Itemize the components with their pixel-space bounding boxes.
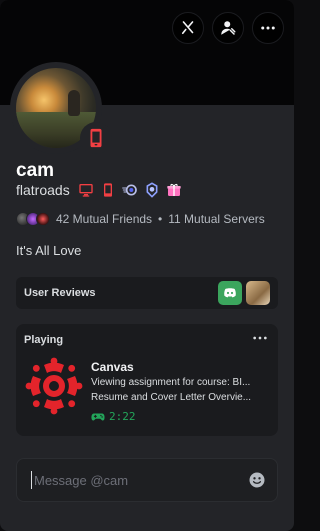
user-reviews-label: User Reviews xyxy=(24,287,96,299)
activity-details: Viewing assignment for course: BI... xyxy=(91,377,251,388)
emoji-button[interactable] xyxy=(247,470,267,490)
desktop-icon[interactable] xyxy=(78,182,94,198)
header-actions xyxy=(172,12,284,44)
reviewer-avatar[interactable] xyxy=(246,281,270,305)
mutual-friends[interactable]: 42 Mutual Friends xyxy=(56,212,152,226)
user-settings-icon xyxy=(221,21,236,35)
server-boost-icon[interactable] xyxy=(144,182,160,198)
text-caret xyxy=(31,471,32,489)
username-row: flatroads xyxy=(16,182,182,198)
activity-elapsed: 2:22 xyxy=(91,410,136,423)
more-options-button[interactable] xyxy=(252,12,284,44)
discord-icon[interactable] xyxy=(218,281,242,305)
mutual-avatars xyxy=(16,212,50,226)
no-voice-icon xyxy=(181,21,194,35)
mutual-avatar xyxy=(36,212,50,226)
display-name: cam xyxy=(16,160,55,181)
canvas-logo-icon xyxy=(25,357,83,415)
gamepad-icon xyxy=(91,413,105,421)
gift-icon[interactable] xyxy=(166,182,182,198)
mobile-status-icon xyxy=(90,128,102,148)
separator-dot: • xyxy=(158,212,163,226)
activity-header: Playing xyxy=(24,334,64,346)
mobile-icon[interactable] xyxy=(100,182,116,198)
emoji-icon xyxy=(249,472,265,488)
avatar-wrapper[interactable] xyxy=(10,62,112,154)
message-placeholder[interactable]: Message @cam xyxy=(34,473,247,488)
activity-state: Resume and Cover Letter Overvie... xyxy=(91,392,252,403)
user-reviews-section[interactable]: User Reviews xyxy=(16,277,278,309)
activity-title: Canvas xyxy=(91,360,134,374)
profile-popout: cam flatroads 42 Mutual Friends • 11 Mut… xyxy=(0,0,294,531)
user-settings-button[interactable] xyxy=(212,12,244,44)
avatar-figure xyxy=(68,90,80,116)
activity-more-icon[interactable] xyxy=(250,330,270,346)
elapsed-time: 2:22 xyxy=(109,410,136,423)
message-input[interactable]: Message @cam xyxy=(16,458,278,502)
nitro-icon[interactable] xyxy=(121,182,138,198)
mobile-status-badge xyxy=(80,122,112,154)
activity-card: Playing Canvas Viewing assignment for co… xyxy=(16,324,278,436)
username[interactable]: flatroads xyxy=(16,182,70,198)
mutuals-row[interactable]: 42 Mutual Friends • 11 Mutual Servers xyxy=(16,212,265,226)
no-voice-button[interactable] xyxy=(172,12,204,44)
mutual-servers[interactable]: 11 Mutual Servers xyxy=(168,212,265,226)
more-options-icon xyxy=(261,26,275,30)
bio: It's All Love xyxy=(16,243,82,258)
